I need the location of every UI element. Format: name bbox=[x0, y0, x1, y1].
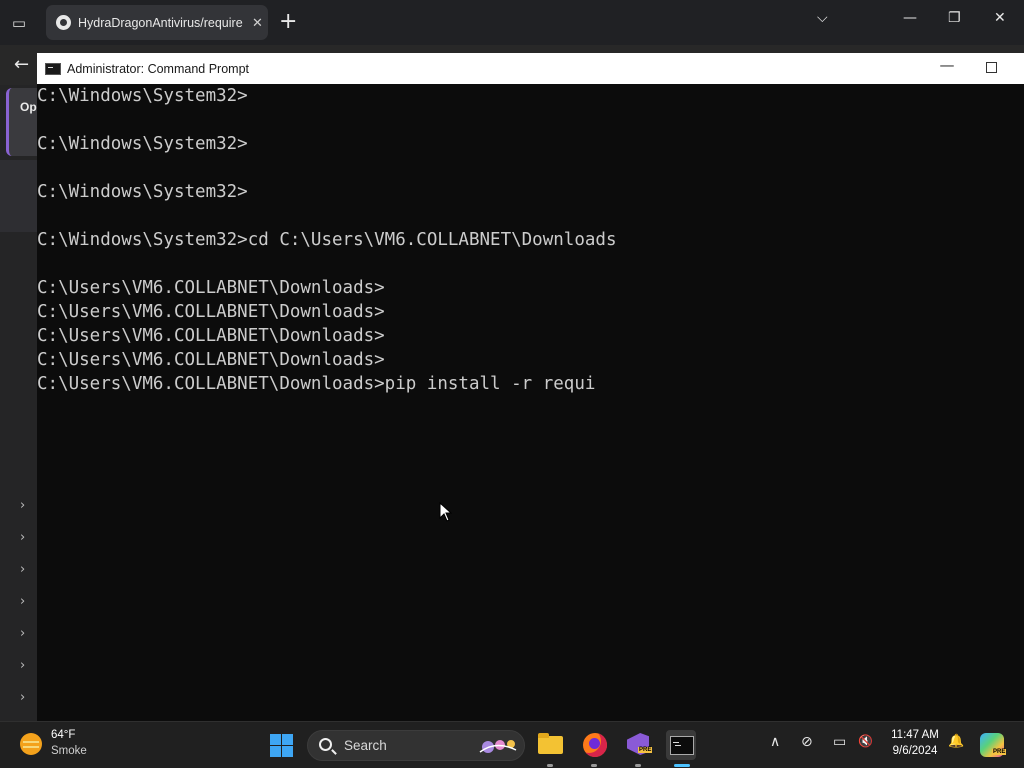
file-explorer-icon[interactable] bbox=[536, 730, 566, 760]
cmd-minimize-button[interactable]: — bbox=[938, 56, 956, 78]
console-input-line[interactable]: C:\Users\VM6.COLLABNET\Downloads>pip ins… bbox=[37, 372, 1024, 396]
app-running-indicator bbox=[591, 764, 597, 767]
cmd-window-title: Administrator: Command Prompt bbox=[67, 61, 250, 76]
tree-chevron-icon[interactable]: › bbox=[20, 658, 25, 673]
network-disconnected-icon[interactable]: ⊘ bbox=[801, 734, 813, 750]
app-active-indicator bbox=[674, 764, 690, 767]
side-block bbox=[0, 160, 38, 232]
console-output[interactable]: C:\Windows\System32> C:\Windows\System32… bbox=[37, 84, 1024, 721]
visual-studio-preview-icon[interactable] bbox=[624, 730, 654, 760]
tree-chevron-icon[interactable]: › bbox=[20, 530, 25, 545]
tree-chevron-icon[interactable]: › bbox=[20, 626, 25, 641]
tree-chevron-icon[interactable]: › bbox=[20, 562, 25, 577]
notification-bell-icon[interactable]: 🔔 bbox=[948, 734, 964, 749]
console-line: C:\Users\VM6.COLLABNET\Downloads> bbox=[37, 302, 385, 322]
firefox-icon[interactable] bbox=[580, 730, 610, 760]
start-button[interactable] bbox=[270, 734, 293, 757]
tab-list-chevron-icon[interactable]: ⌵ bbox=[817, 10, 828, 26]
browser-close-button[interactable]: ✕ bbox=[994, 10, 1006, 26]
weather-condition[interactable]: Smoke bbox=[51, 745, 87, 757]
app-running-indicator bbox=[547, 764, 553, 767]
command-prompt-icon bbox=[45, 62, 61, 75]
app-running-indicator bbox=[635, 764, 641, 767]
console-line: C:\Windows\System32> bbox=[37, 182, 248, 202]
cmd-maximize-button[interactable] bbox=[986, 62, 997, 73]
tree-chevron-icon[interactable]: › bbox=[20, 690, 25, 705]
clock-time[interactable]: 11:47 AM bbox=[884, 729, 946, 741]
side-card-label: Op bbox=[20, 100, 37, 114]
command-prompt-taskbar-icon[interactable] bbox=[666, 730, 696, 760]
github-icon bbox=[56, 15, 71, 30]
clock-date[interactable]: 9/6/2024 bbox=[884, 745, 946, 757]
taskbar-search-box[interactable]: Search bbox=[307, 730, 525, 761]
tab-actions-icon[interactable]: ▭ bbox=[8, 12, 30, 34]
weather-temperature[interactable]: 64°F bbox=[51, 729, 75, 741]
console-line: C:\Users\VM6.COLLABNET\Downloads> bbox=[37, 278, 385, 298]
volume-muted-icon[interactable]: 🔇 bbox=[858, 734, 873, 748]
browser-tab[interactable]: HydraDragonAntivirus/require ✕ bbox=[46, 5, 268, 40]
tab-close-icon[interactable]: ✕ bbox=[252, 15, 263, 31]
cmd-title-bar[interactable]: Administrator: Command Prompt bbox=[37, 53, 1024, 84]
console-line: C:\Windows\System32> bbox=[37, 134, 248, 154]
new-tab-button[interactable]: + bbox=[279, 10, 297, 34]
tree-chevron-icon[interactable]: › bbox=[20, 498, 25, 513]
display-icon[interactable]: ▭ bbox=[833, 734, 846, 750]
copilot-preview-badge: PRE bbox=[992, 749, 1007, 755]
browser-tab-title: HydraDragonAntivirus/require bbox=[78, 15, 243, 30]
search-label: Search bbox=[344, 738, 387, 753]
show-hidden-icons-chevron-icon[interactable]: ∧ bbox=[770, 734, 780, 750]
console-line: C:\Users\VM6.COLLABNET\Downloads> bbox=[37, 326, 385, 346]
desktop: ▭ HydraDragonAntivirus/require ✕ + ⌵ — ❐… bbox=[0, 0, 1024, 768]
taskbar: 64°F Smoke Search ∧ ⊘ ▭ 🔇 11:47 AM 9 bbox=[0, 721, 1024, 768]
browser-minimize-button[interactable]: — bbox=[903, 10, 917, 26]
side-card[interactable] bbox=[6, 88, 38, 156]
browser-restore-button[interactable]: ❐ bbox=[948, 10, 961, 26]
weather-haze-icon[interactable] bbox=[20, 733, 42, 755]
tree-chevron-icon[interactable]: › bbox=[20, 594, 25, 609]
search-highlight-icon bbox=[479, 740, 517, 753]
search-icon bbox=[319, 738, 332, 751]
console-line: C:\Windows\System32> bbox=[37, 86, 248, 106]
back-arrow-icon[interactable]: ← bbox=[14, 54, 29, 75]
console-line: C:\Windows\System32>cd C:\Users\VM6.COLL… bbox=[37, 230, 617, 250]
console-line: C:\Users\VM6.COLLABNET\Downloads> bbox=[37, 350, 385, 370]
